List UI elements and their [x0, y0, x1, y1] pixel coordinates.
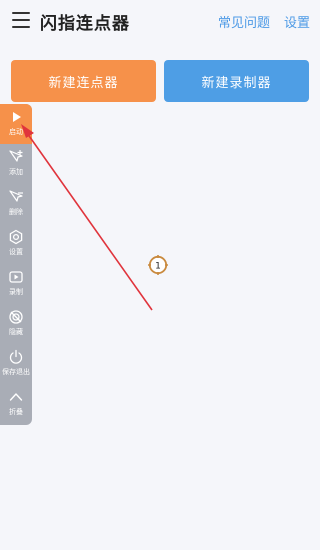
- app-title: 闪指连点器: [40, 14, 130, 34]
- start-label: 启动: [9, 128, 23, 136]
- delete-button[interactable]: 删除: [0, 184, 32, 224]
- collapse-label: 折叠: [9, 408, 23, 416]
- settings-tool-button[interactable]: 设置: [0, 224, 32, 264]
- add-pointer-icon: [9, 150, 23, 162]
- settings-tool-label: 设置: [9, 248, 23, 256]
- collapse-button[interactable]: 折叠: [0, 384, 32, 424]
- app-header: 闪指连点器 常见问题 设置: [0, 0, 320, 42]
- marker-number: 1: [155, 262, 161, 272]
- hide-icon: [9, 310, 23, 324]
- menu-icon[interactable]: [12, 12, 30, 28]
- add-label: 添加: [9, 168, 23, 176]
- crosshair-target-icon: 1: [148, 255, 168, 275]
- record-icon: [9, 271, 23, 283]
- remove-pointer-icon: [9, 190, 23, 202]
- hide-button[interactable]: 隐藏: [0, 304, 32, 344]
- start-button[interactable]: 启动: [0, 104, 32, 144]
- settings-link[interactable]: 设置: [284, 12, 310, 31]
- click-point-marker[interactable]: 1: [148, 255, 168, 275]
- gear-icon: [9, 229, 23, 245]
- record-label: 录制: [9, 288, 23, 296]
- power-icon: [9, 349, 23, 364]
- save-exit-label: 保存退出: [2, 368, 30, 376]
- delete-label: 删除: [9, 208, 23, 216]
- save-exit-button[interactable]: 保存退出: [0, 344, 32, 384]
- chevron-up-icon: [9, 393, 23, 401]
- play-icon: [13, 112, 21, 122]
- hide-label: 隐藏: [9, 328, 23, 336]
- floating-toolbar: 启动 添加 删除 设置 录制 隐藏 保存退出 折叠: [0, 104, 32, 425]
- new-clicker-button[interactable]: 新建连点器: [11, 60, 156, 102]
- add-button[interactable]: 添加: [0, 144, 32, 184]
- faq-link[interactable]: 常见问题: [218, 12, 270, 31]
- record-button[interactable]: 录制: [0, 264, 32, 304]
- new-recorder-button[interactable]: 新建录制器: [164, 60, 309, 102]
